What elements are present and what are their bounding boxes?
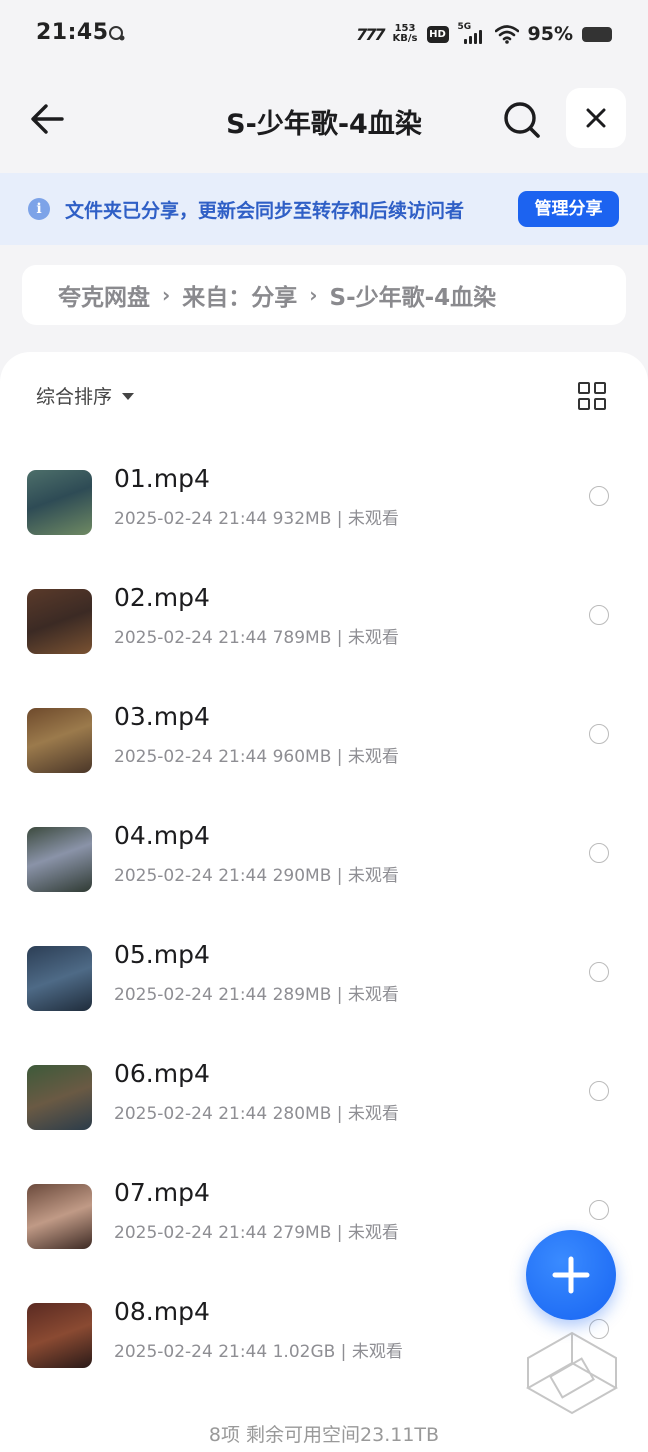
- breadcrumb-item-root[interactable]: 夸克网盘: [58, 278, 150, 312]
- status-icons: 777 153 KB/s HD 5G 95%: [356, 21, 612, 47]
- file-row[interactable]: 04.mp4 2025-02-24 21:44 290MB | 未观看: [0, 821, 648, 951]
- page-title: S-少年歌-4血染: [226, 109, 422, 140]
- select-radio[interactable]: [589, 724, 609, 744]
- manage-share-button[interactable]: 管理分享: [518, 191, 619, 227]
- plus-icon: [552, 1256, 590, 1294]
- caret-down-icon: [122, 393, 135, 400]
- search-icon[interactable]: [500, 98, 544, 142]
- network-icon: 777: [356, 24, 385, 44]
- file-meta: 2025-02-24 21:44 1.02GB | 未观看: [114, 1342, 403, 1362]
- info-icon: i: [28, 198, 50, 220]
- file-name: 07.mp4: [114, 1178, 210, 1207]
- select-radio[interactable]: [589, 486, 609, 506]
- file-meta: 2025-02-24 21:44 290MB | 未观看: [114, 866, 399, 886]
- battery-icon: [582, 26, 612, 42]
- battery-percent: 95%: [527, 23, 573, 45]
- video-thumbnail: [27, 1184, 92, 1249]
- file-name: 06.mp4: [114, 1059, 210, 1088]
- file-meta: 2025-02-24 21:44 932MB | 未观看: [114, 509, 399, 529]
- breadcrumb-item-current: S-少年歌-4血染: [329, 285, 497, 311]
- file-meta: 2025-02-24 21:44 289MB | 未观看: [114, 985, 399, 1005]
- file-name: 03.mp4: [114, 702, 210, 731]
- file-meta: 2025-02-24 21:44 789MB | 未观看: [114, 628, 399, 648]
- speed-unit: KB/s: [392, 33, 418, 44]
- signal-icon: 5G: [458, 22, 486, 44]
- select-radio[interactable]: [589, 605, 609, 625]
- header: S-少年歌-4血染: [0, 84, 648, 154]
- file-meta: 2025-02-24 21:44 960MB | 未观看: [114, 747, 399, 767]
- file-name: 05.mp4: [114, 940, 210, 969]
- storage-summary: 8项 剩余可用空间23.11TB: [208, 1424, 440, 1446]
- video-thumbnail: [27, 946, 92, 1011]
- file-name: 08.mp4: [114, 1297, 210, 1326]
- breadcrumb: 夸克网盘 › 来自：分享 › S-少年歌-4血染: [22, 265, 626, 325]
- add-button[interactable]: [526, 1230, 616, 1320]
- select-radio[interactable]: [589, 962, 609, 982]
- status-time: 21:45: [36, 20, 109, 45]
- signal-bars: [463, 30, 482, 44]
- file-name: 01.mp4: [114, 464, 210, 493]
- breadcrumb-separator: ›: [162, 283, 171, 307]
- file-row[interactable]: 01.mp4 2025-02-24 21:44 932MB | 未观看: [0, 464, 648, 594]
- file-name: 04.mp4: [114, 821, 210, 850]
- video-thumbnail: [27, 1303, 92, 1368]
- grid-view-icon[interactable]: [578, 382, 606, 410]
- file-meta: 2025-02-24 21:44 280MB | 未观看: [114, 1104, 399, 1124]
- share-notice-banner: i 文件夹已分享，更新会同步至转存和后续访问者 管理分享: [0, 173, 648, 245]
- notification-icon: [109, 26, 125, 41]
- video-thumbnail: [27, 827, 92, 892]
- file-row[interactable]: 05.mp4 2025-02-24 21:44 289MB | 未观看: [0, 940, 648, 1070]
- file-row[interactable]: 02.mp4 2025-02-24 21:44 789MB | 未观看: [0, 583, 648, 713]
- breadcrumb-item-shared[interactable]: 来自：分享: [182, 278, 297, 312]
- file-meta: 2025-02-24 21:44 279MB | 未观看: [114, 1223, 399, 1243]
- breadcrumb-separator: ›: [309, 283, 318, 307]
- sort-dropdown[interactable]: 综合排序: [36, 382, 135, 409]
- file-name: 02.mp4: [114, 583, 210, 612]
- network-speed: 153 KB/s: [393, 24, 418, 44]
- banner-text: 文件夹已分享，更新会同步至转存和后续访问者: [65, 200, 465, 222]
- video-thumbnail: [27, 1065, 92, 1130]
- status-bar: 21:45 777 153 KB/s HD 5G 95%: [0, 0, 648, 70]
- video-thumbnail: [27, 708, 92, 773]
- video-thumbnail: [27, 589, 92, 654]
- file-row[interactable]: 03.mp4 2025-02-24 21:44 960MB | 未观看: [0, 702, 648, 832]
- close-icon: [586, 108, 606, 128]
- video-thumbnail: [27, 470, 92, 535]
- hd-icon: HD: [426, 25, 449, 43]
- close-button[interactable]: [566, 88, 626, 148]
- sort-label: 综合排序: [36, 386, 113, 408]
- select-radio[interactable]: [589, 843, 609, 863]
- file-row[interactable]: 06.mp4 2025-02-24 21:44 280MB | 未观看: [0, 1059, 648, 1189]
- watermark-logo: [525, 1331, 619, 1415]
- wifi-icon: [494, 25, 519, 44]
- select-radio[interactable]: [589, 1200, 609, 1220]
- select-radio[interactable]: [589, 1081, 609, 1101]
